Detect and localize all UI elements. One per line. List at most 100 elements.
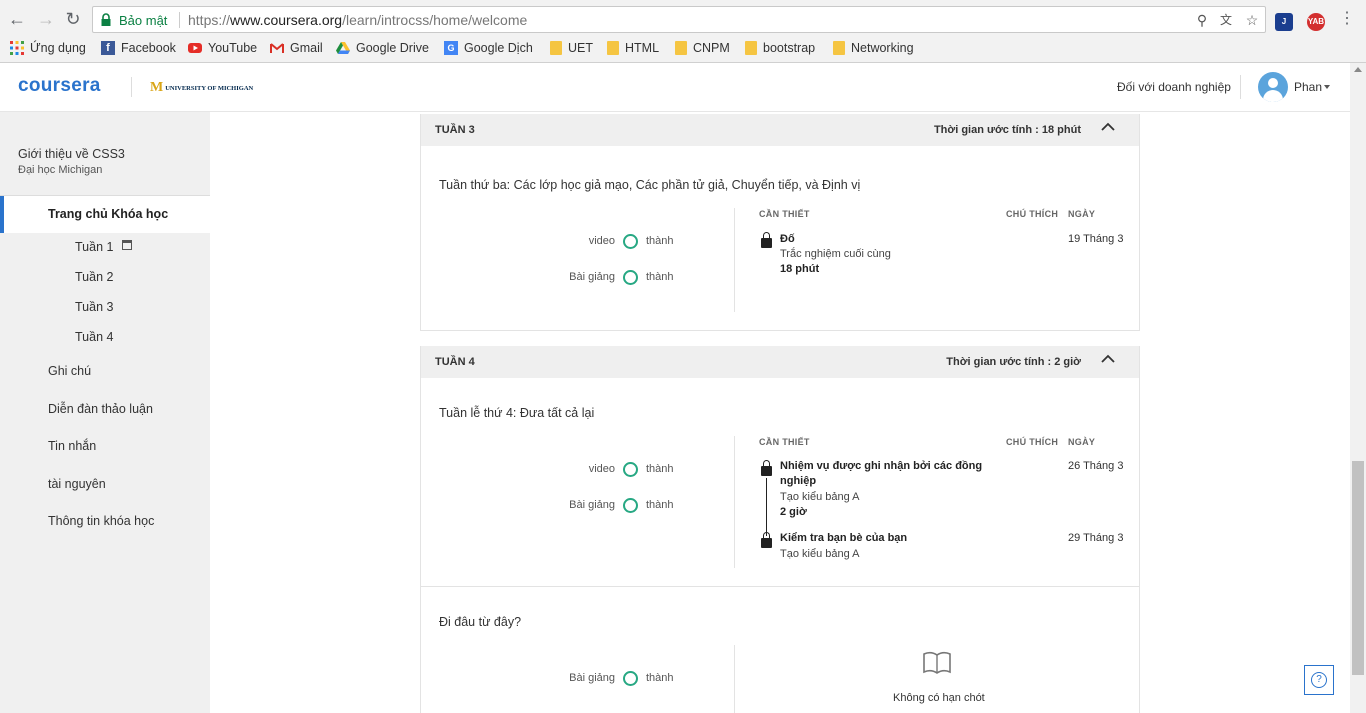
col-required: CẦN THIẾT — [759, 209, 810, 219]
sidebar-item-week-1[interactable]: Tuần 1 — [75, 240, 113, 254]
coursera-logo[interactable]: coursera — [18, 75, 101, 97]
sidebar-item-week-2[interactable]: Tuần 2 — [75, 270, 113, 284]
item-subtitle: Tạo kiểu bảng A — [780, 491, 860, 503]
drive-icon — [336, 42, 350, 54]
bookmark-uet[interactable]: UET — [550, 39, 593, 57]
card-divider — [421, 330, 1139, 331]
course-sidebar: Giới thiệu về CSS3 Đại học Michigan Tran… — [0, 112, 210, 713]
folder-icon — [607, 41, 619, 55]
bookmark-label: Networking — [851, 41, 914, 55]
item-title[interactable]: Đố — [780, 232, 980, 247]
where-next-title: Đi đâu từ đây? — [439, 615, 522, 629]
forward-icon[interactable]: → — [35, 8, 57, 30]
bookmark-label: Google Drive — [356, 41, 429, 55]
business-link[interactable]: Đối với doanh nghiệp — [1117, 80, 1231, 94]
sidebar-item-notes[interactable]: Ghi chú — [48, 364, 91, 378]
sidebar-item-resources[interactable]: tài nguyên — [48, 477, 106, 491]
bookmark-cnpm[interactable]: CNPM — [675, 39, 730, 57]
week-4-card: TUẦN 4 Thời gian ước tính : 2 giờ Tuần l… — [420, 346, 1140, 586]
course-title[interactable]: Giới thiệu về CSS3 — [18, 147, 125, 161]
stat-value: thành — [646, 235, 674, 247]
url-host: www.coursera.org — [230, 12, 343, 28]
bookmark-label: Ứng dụng — [30, 41, 86, 55]
bookmark-label: Google Dịch — [464, 41, 533, 55]
university-logo[interactable]: M UNIVERSITY OF MICHIGAN — [150, 80, 253, 96]
bookmark-bootstrap[interactable]: bootstrap — [745, 39, 815, 57]
stat-value: thành — [646, 463, 674, 475]
bookmark-drive[interactable]: Google Drive — [336, 39, 429, 57]
chevron-up-icon[interactable] — [1101, 122, 1115, 132]
column-divider — [734, 645, 735, 713]
bookmark-gmail[interactable]: Gmail — [270, 39, 323, 57]
week-description: Tuần lễ thứ 4: Đưa tất cả lại — [439, 406, 595, 420]
sidebar-item-messages[interactable]: Tin nhắn — [48, 439, 96, 453]
bookmark-facebook[interactable]: f Facebook — [101, 39, 176, 57]
address-row: ← → ↻ Bảo mật https://www.coursera.org/l… — [0, 4, 1366, 34]
col-note: CHÚ THÍCH — [1006, 437, 1059, 447]
sidebar-item-forums[interactable]: Diễn đàn thảo luận — [48, 402, 153, 416]
yab-extension-icon[interactable]: YAB — [1307, 13, 1325, 31]
sidebar-item-week-3[interactable]: Tuần 3 — [75, 300, 113, 314]
secure-label: Bảo mật — [119, 13, 168, 28]
scroll-up-arrow-icon[interactable] — [1354, 67, 1362, 72]
url-path: /learn/introcss/home/welcome — [342, 12, 528, 28]
avatar[interactable] — [1258, 72, 1288, 102]
scrollbar-thumb[interactable] — [1352, 461, 1364, 675]
stat-value: thành — [646, 271, 674, 283]
item-duration: 2 giờ — [780, 506, 807, 518]
stat-label: Bài giảng — [569, 672, 615, 684]
stat-label: Bài giảng — [569, 271, 615, 283]
col-note: CHÚ THÍCH — [1006, 209, 1059, 219]
university-text: UNIVERSITY OF MICHIGAN — [165, 84, 254, 92]
page-scrollbar[interactable] — [1350, 63, 1366, 713]
bookmark-label: Facebook — [121, 41, 176, 55]
progress-circle-icon — [623, 671, 638, 686]
bookmark-label: UET — [568, 41, 593, 55]
site-header: coursera M UNIVERSITY OF MICHIGAN Đối vớ… — [0, 63, 1350, 112]
bookmark-html[interactable]: HTML — [607, 39, 659, 57]
week-4-header[interactable]: TUẦN 4 Thời gian ước tính : 2 giờ — [421, 346, 1139, 378]
reload-icon[interactable]: ↻ — [62, 8, 84, 30]
bookmark-apps[interactable]: Ứng dụng — [10, 39, 86, 57]
week-3-header[interactable]: TUẦN 3 Thời gian ước tính : 18 phút — [421, 114, 1139, 146]
back-icon[interactable]: ← — [6, 8, 28, 30]
item-date: 26 Tháng 3 — [1068, 460, 1124, 472]
bookmark-youtube[interactable]: YouTube — [188, 39, 257, 57]
help-button[interactable]: ? — [1304, 665, 1334, 695]
bookmarks-bar: Ứng dụng f Facebook YouTube Gmail Google… — [0, 37, 1366, 59]
bookmark-networking[interactable]: Networking — [833, 39, 914, 57]
sidebar-item-course-info[interactable]: Thông tin khóa học — [48, 514, 154, 528]
username[interactable]: Phan — [1294, 80, 1322, 94]
bookmark-label: YouTube — [208, 41, 258, 55]
sidebar-item-week-4[interactable]: Tuần 4 — [75, 330, 113, 344]
item-title[interactable]: Kiểm tra bạn bè của bạn — [780, 531, 990, 546]
stat-label: Bài giảng — [569, 499, 615, 511]
chevron-up-icon[interactable] — [1101, 354, 1115, 364]
item-title[interactable]: Nhiệm vụ được ghi nhận bởi các đồng nghi… — [780, 459, 990, 489]
browser-chrome: ← → ↻ Bảo mật https://www.coursera.org/l… — [0, 0, 1366, 63]
week-description: Tuần thứ ba: Các lớp học giả mạo, Các ph… — [439, 178, 861, 192]
bookmark-translate[interactable]: G Google Dịch — [444, 39, 533, 57]
header-divider — [1240, 75, 1241, 99]
item-subtitle: Trắc nghiệm cuối cùng — [780, 248, 891, 260]
bookmark-label: Gmail — [290, 41, 323, 55]
folder-icon — [833, 41, 845, 55]
address-bar[interactable]: Bảo mật https://www.coursera.org/learn/i… — [92, 6, 1266, 33]
translate-page-icon[interactable]: 文 — [1217, 11, 1235, 29]
folder-icon — [550, 41, 562, 55]
star-icon[interactable]: ☆ — [1243, 11, 1261, 29]
folder-icon — [675, 41, 687, 55]
menu-icon[interactable]: ⋮ — [1336, 8, 1358, 30]
zoom-icon[interactable]: ⚲ — [1193, 11, 1211, 29]
youtube-icon — [188, 43, 202, 53]
url-text[interactable]: https://www.coursera.org/learn/introcss/… — [188, 12, 527, 28]
chevron-down-icon[interactable] — [1324, 85, 1330, 89]
week-3-card: TUẦN 3 Thời gian ước tính : 18 phút Tuần… — [420, 114, 1140, 331]
item-duration: 18 phút — [780, 263, 820, 275]
header-divider — [131, 77, 132, 97]
stat-label: video — [588, 463, 615, 475]
extension-icon[interactable]: J — [1275, 13, 1293, 31]
lock-icon — [101, 13, 111, 26]
gmail-icon — [270, 43, 284, 53]
sidebar-item-course-home[interactable]: Trang chủ Khóa học — [0, 196, 210, 233]
